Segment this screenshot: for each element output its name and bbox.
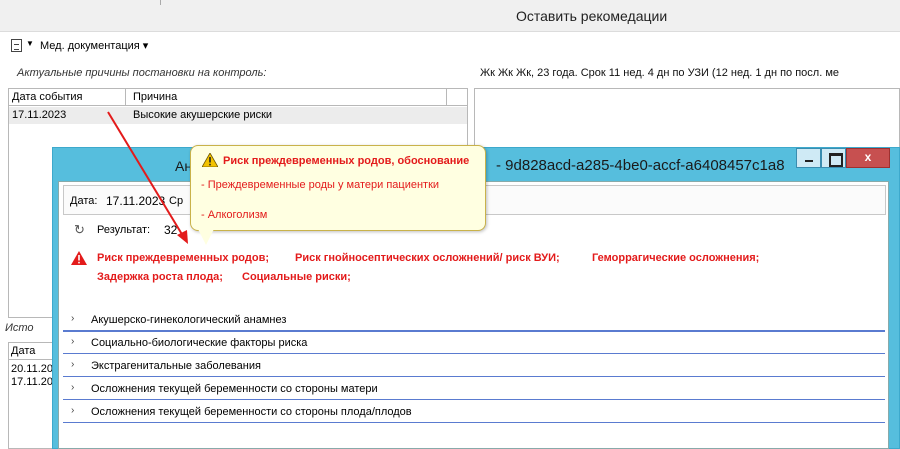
tooltip-title: Риск преждевременных родов, обоснование bbox=[223, 155, 470, 167]
warning-triangle-icon bbox=[202, 153, 218, 167]
risk-tooltip: Риск преждевременных родов, обоснование … bbox=[190, 145, 486, 231]
tooltip-tail bbox=[198, 229, 214, 245]
tooltip-line: - Алкоголизм bbox=[201, 209, 268, 221]
tooltip-line: - Преждевременные роды у матери пациентк… bbox=[201, 179, 440, 191]
